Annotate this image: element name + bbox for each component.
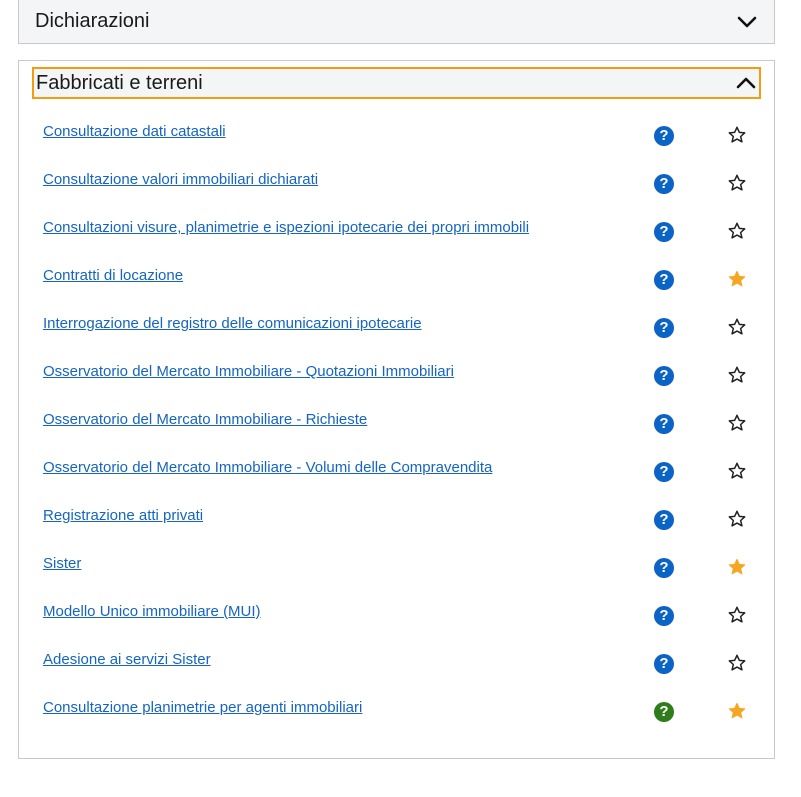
service-link[interactable]: Osservatorio del Mercato Immobiliare - V… xyxy=(43,459,492,476)
service-link[interactable]: Consultazioni visure, planimetrie e ispe… xyxy=(43,219,529,236)
service-link[interactable]: Modello Unico immobiliare (MUI) xyxy=(43,603,261,620)
list-item: Modello Unico immobiliare (MUI)? xyxy=(19,603,774,651)
star-outline-icon[interactable] xyxy=(727,413,747,433)
help-icon[interactable]: ? xyxy=(654,318,674,338)
section-dichiarazioni: Dichiarazioni xyxy=(18,0,775,44)
service-link[interactable]: Interrogazione del registro delle comuni… xyxy=(43,315,422,332)
star-outline-icon[interactable] xyxy=(727,317,747,337)
list-item: Consultazioni visure, planimetrie e ispe… xyxy=(19,219,774,267)
help-icon[interactable]: ? xyxy=(654,366,674,386)
section-header-dichiarazioni[interactable]: Dichiarazioni xyxy=(19,0,774,43)
star-outline-icon[interactable] xyxy=(727,509,747,529)
list-item: Osservatorio del Mercato Immobiliare - V… xyxy=(19,459,774,507)
help-icon[interactable]: ? xyxy=(654,270,674,290)
star-outline-icon[interactable] xyxy=(727,221,747,241)
chevron-down-icon[interactable] xyxy=(736,11,758,33)
section-title: Fabbricati e terreni xyxy=(36,71,203,94)
section-title: Dichiarazioni xyxy=(35,10,150,32)
service-link[interactable]: Registrazione atti privati xyxy=(43,507,203,524)
list-item: Consultazione valori immobiliari dichiar… xyxy=(19,171,774,219)
star-outline-icon[interactable] xyxy=(727,173,747,193)
help-icon[interactable]: ? xyxy=(654,222,674,242)
help-icon[interactable]: ? xyxy=(654,510,674,530)
list-item: Interrogazione del registro delle comuni… xyxy=(19,315,774,363)
list-item: Registrazione atti privati? xyxy=(19,507,774,555)
help-icon[interactable]: ? xyxy=(654,702,674,722)
star-filled-icon[interactable] xyxy=(727,701,747,721)
list-item: Adesione ai servizi Sister? xyxy=(19,651,774,699)
help-icon[interactable]: ? xyxy=(654,126,674,146)
list-item: Osservatorio del Mercato Immobiliare - Q… xyxy=(19,363,774,411)
section-fabbricati-terreni: Fabbricati e terreni Consultazione dati … xyxy=(18,60,775,759)
service-link[interactable]: Sister xyxy=(43,555,81,572)
list-item: Sister? xyxy=(19,555,774,603)
star-outline-icon[interactable] xyxy=(727,461,747,481)
star-filled-icon[interactable] xyxy=(727,269,747,289)
service-link[interactable]: Contratti di locazione xyxy=(43,267,183,284)
help-icon[interactable]: ? xyxy=(654,414,674,434)
service-link[interactable]: Consultazione dati catastali xyxy=(43,123,226,140)
help-icon[interactable]: ? xyxy=(654,606,674,626)
star-outline-icon[interactable] xyxy=(727,125,747,145)
help-icon[interactable]: ? xyxy=(654,654,674,674)
service-link[interactable]: Consultazione valori immobiliari dichiar… xyxy=(43,171,318,188)
help-icon[interactable]: ? xyxy=(654,174,674,194)
star-filled-icon[interactable] xyxy=(727,557,747,577)
star-outline-icon[interactable] xyxy=(727,365,747,385)
list-item: Contratti di locazione? xyxy=(19,267,774,315)
list-item: Osservatorio del Mercato Immobiliare - R… xyxy=(19,411,774,459)
help-icon[interactable]: ? xyxy=(654,462,674,482)
section-header-fabbricati-terreni[interactable]: Fabbricati e terreni xyxy=(32,67,761,99)
star-outline-icon[interactable] xyxy=(727,653,747,673)
list-item: Consultazione planimetrie per agenti imm… xyxy=(19,699,774,747)
service-link[interactable]: Consultazione planimetrie per agenti imm… xyxy=(43,699,362,716)
service-link[interactable]: Adesione ai servizi Sister xyxy=(43,651,211,668)
list-item: Consultazione dati catastali? xyxy=(19,123,774,171)
chevron-up-icon[interactable] xyxy=(735,72,757,94)
service-link[interactable]: Osservatorio del Mercato Immobiliare - R… xyxy=(43,411,367,428)
star-outline-icon[interactable] xyxy=(727,605,747,625)
service-link[interactable]: Osservatorio del Mercato Immobiliare - Q… xyxy=(43,363,454,380)
help-icon[interactable]: ? xyxy=(654,558,674,578)
